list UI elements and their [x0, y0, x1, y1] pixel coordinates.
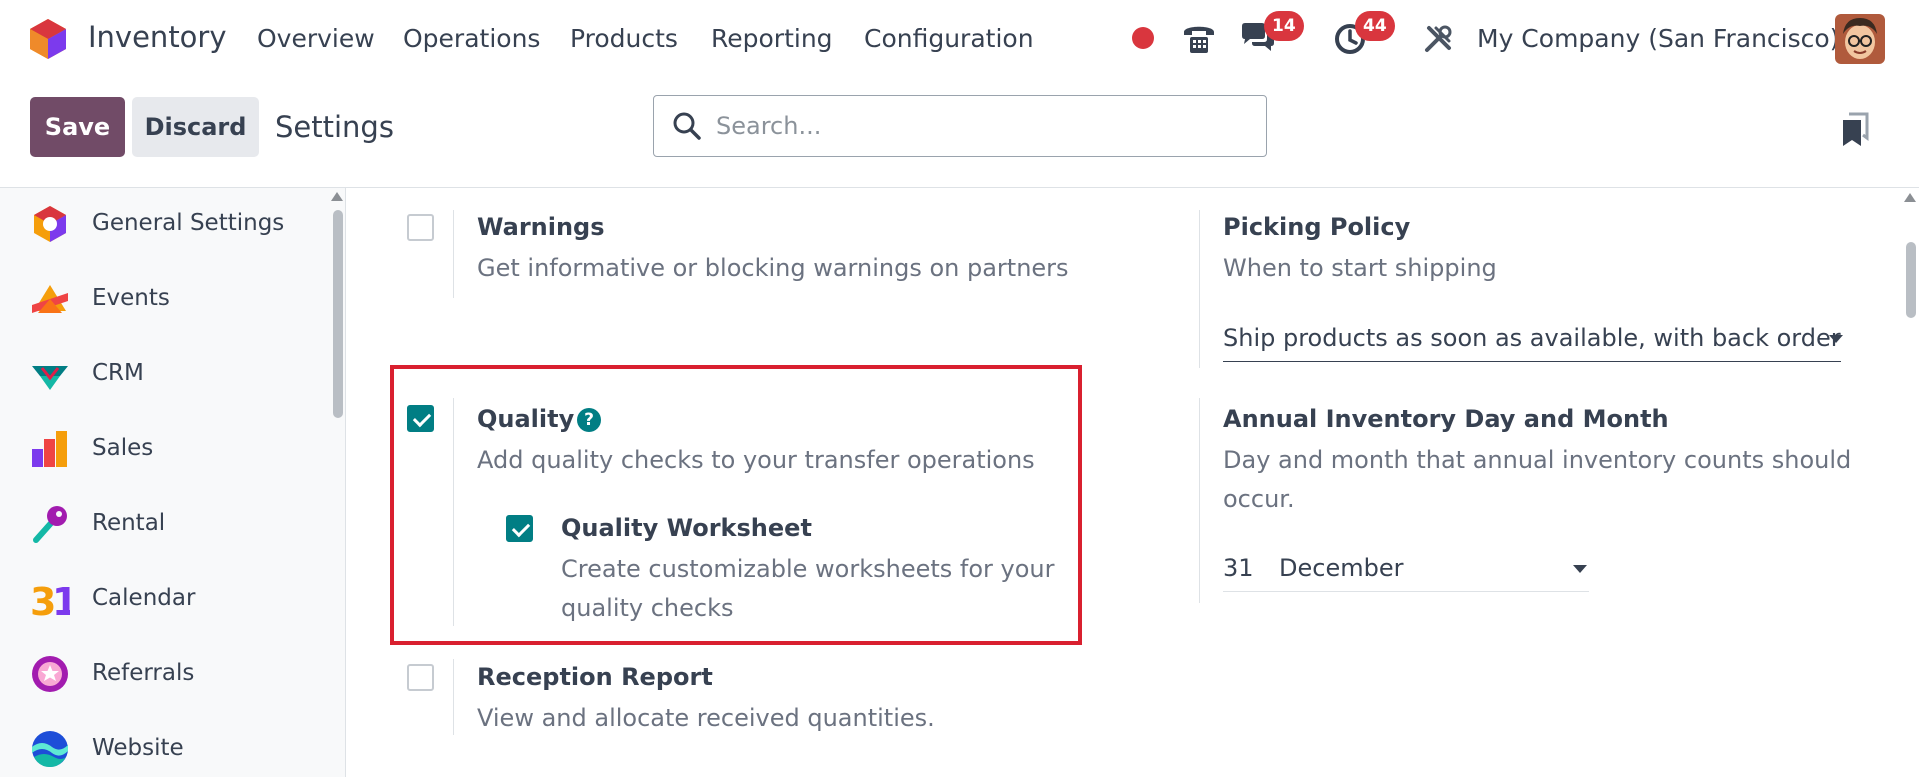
sidebar-item-crm[interactable]: CRM — [0, 338, 330, 408]
menu-overview[interactable]: Overview — [257, 24, 375, 53]
sidebar-item-label: Referrals — [92, 660, 195, 686]
sidebar-item-label: Website — [92, 735, 184, 761]
sidebar-item-label: CRM — [92, 360, 144, 386]
sidebar-item-label: Events — [92, 285, 170, 311]
discard-button[interactable]: Discard — [132, 97, 259, 157]
highlight-annotation-box — [390, 365, 1082, 645]
picking-policy-select[interactable]: Ship products as soon as available, with… — [1223, 322, 1843, 362]
sidebar-item-general-settings[interactable]: General Settings — [0, 188, 330, 258]
content-scroll-up-arrow[interactable] — [1904, 193, 1916, 202]
annual-inventory-date-field[interactable]: 31 December — [1223, 552, 1589, 592]
reception-report-description: View and allocate received quantities. — [477, 704, 935, 732]
sidebar-item-calendar[interactable]: 3 1 Calendar — [0, 563, 330, 633]
search-input[interactable] — [714, 96, 1254, 156]
annual-inventory-title: Annual Inventory Day and Month — [1223, 405, 1669, 433]
svg-text:1: 1 — [52, 580, 70, 619]
search-icon[interactable] — [672, 111, 702, 141]
sidebar-item-referrals[interactable]: Referrals — [0, 638, 330, 708]
caret-down-icon — [1573, 565, 1587, 573]
events-icon — [32, 285, 68, 313]
annual-inventory-month[interactable]: December — [1279, 554, 1403, 582]
warnings-description: Get informative or blocking warnings on … — [477, 254, 1069, 282]
menu-operations[interactable]: Operations — [403, 24, 540, 53]
app-name[interactable]: Inventory — [88, 20, 227, 54]
annual-inventory-description-line2: occur. — [1223, 485, 1295, 513]
calendar-icon: 3 1 — [30, 580, 70, 619]
sidebar-item-sales[interactable]: Sales — [0, 413, 330, 483]
sidebar-item-label: Calendar — [92, 585, 196, 611]
setting-divider — [453, 210, 454, 298]
reception-report-title: Reception Report — [477, 663, 713, 691]
annual-inventory-description-line1: Day and month that annual inventory coun… — [1223, 446, 1852, 474]
sidebar-scrollbar[interactable] — [333, 210, 343, 418]
rental-icon — [33, 506, 67, 543]
general-settings-icon — [34, 206, 66, 242]
recording-status-icon[interactable] — [1132, 27, 1154, 49]
menu-configuration[interactable]: Configuration — [864, 24, 1034, 53]
content-scrollbar[interactable] — [1906, 242, 1916, 318]
debug-tools-icon[interactable] — [1423, 24, 1453, 54]
menu-reporting[interactable]: Reporting — [711, 24, 833, 53]
referrals-icon — [32, 656, 68, 692]
settings-bookmarks-icon[interactable] — [1840, 112, 1870, 148]
reception-report-checkbox[interactable] — [407, 664, 434, 691]
top-navbar: Inventory Overview Operations Products R… — [0, 0, 1919, 78]
search-box[interactable] — [653, 95, 1267, 157]
sales-icon — [32, 431, 67, 467]
sidebar-item-website[interactable]: Website — [0, 713, 330, 777]
sidebar-item-rental[interactable]: Rental — [0, 488, 330, 558]
sidebar-scroll-up-arrow[interactable] — [331, 192, 343, 201]
warnings-checkbox[interactable] — [407, 214, 434, 241]
setting-divider — [453, 659, 454, 735]
save-button[interactable]: Save — [30, 97, 125, 157]
menu-products[interactable]: Products — [570, 24, 678, 53]
activities-badge: 44 — [1355, 11, 1395, 41]
user-avatar[interactable] — [1835, 14, 1885, 64]
picking-policy-title: Picking Policy — [1223, 213, 1411, 241]
crm-icon — [32, 366, 68, 390]
setting-divider — [1199, 210, 1200, 368]
website-icon — [32, 731, 68, 767]
caret-down-icon — [1829, 335, 1843, 343]
picking-policy-description: When to start shipping — [1223, 254, 1497, 282]
sidebar-item-label: Sales — [92, 435, 154, 461]
settings-sidebar: General Settings Events CRM Sales Rental… — [0, 188, 346, 777]
company-switcher[interactable]: My Company (San Francisco) — [1477, 24, 1839, 53]
page-title: Settings — [275, 110, 394, 144]
sidebar-item-events[interactable]: Events — [0, 263, 330, 333]
sidebar-item-label: General Settings — [92, 210, 285, 236]
sidebar-item-label: Rental — [92, 510, 166, 536]
annual-inventory-day[interactable]: 31 — [1223, 554, 1254, 582]
warnings-title: Warnings — [477, 213, 605, 241]
phone-icon[interactable] — [1181, 20, 1217, 56]
inventory-logo-icon[interactable] — [28, 18, 68, 60]
setting-divider — [1199, 398, 1200, 603]
picking-policy-value: Ship products as soon as available, with… — [1223, 324, 1841, 352]
messages-badge: 14 — [1264, 11, 1304, 41]
